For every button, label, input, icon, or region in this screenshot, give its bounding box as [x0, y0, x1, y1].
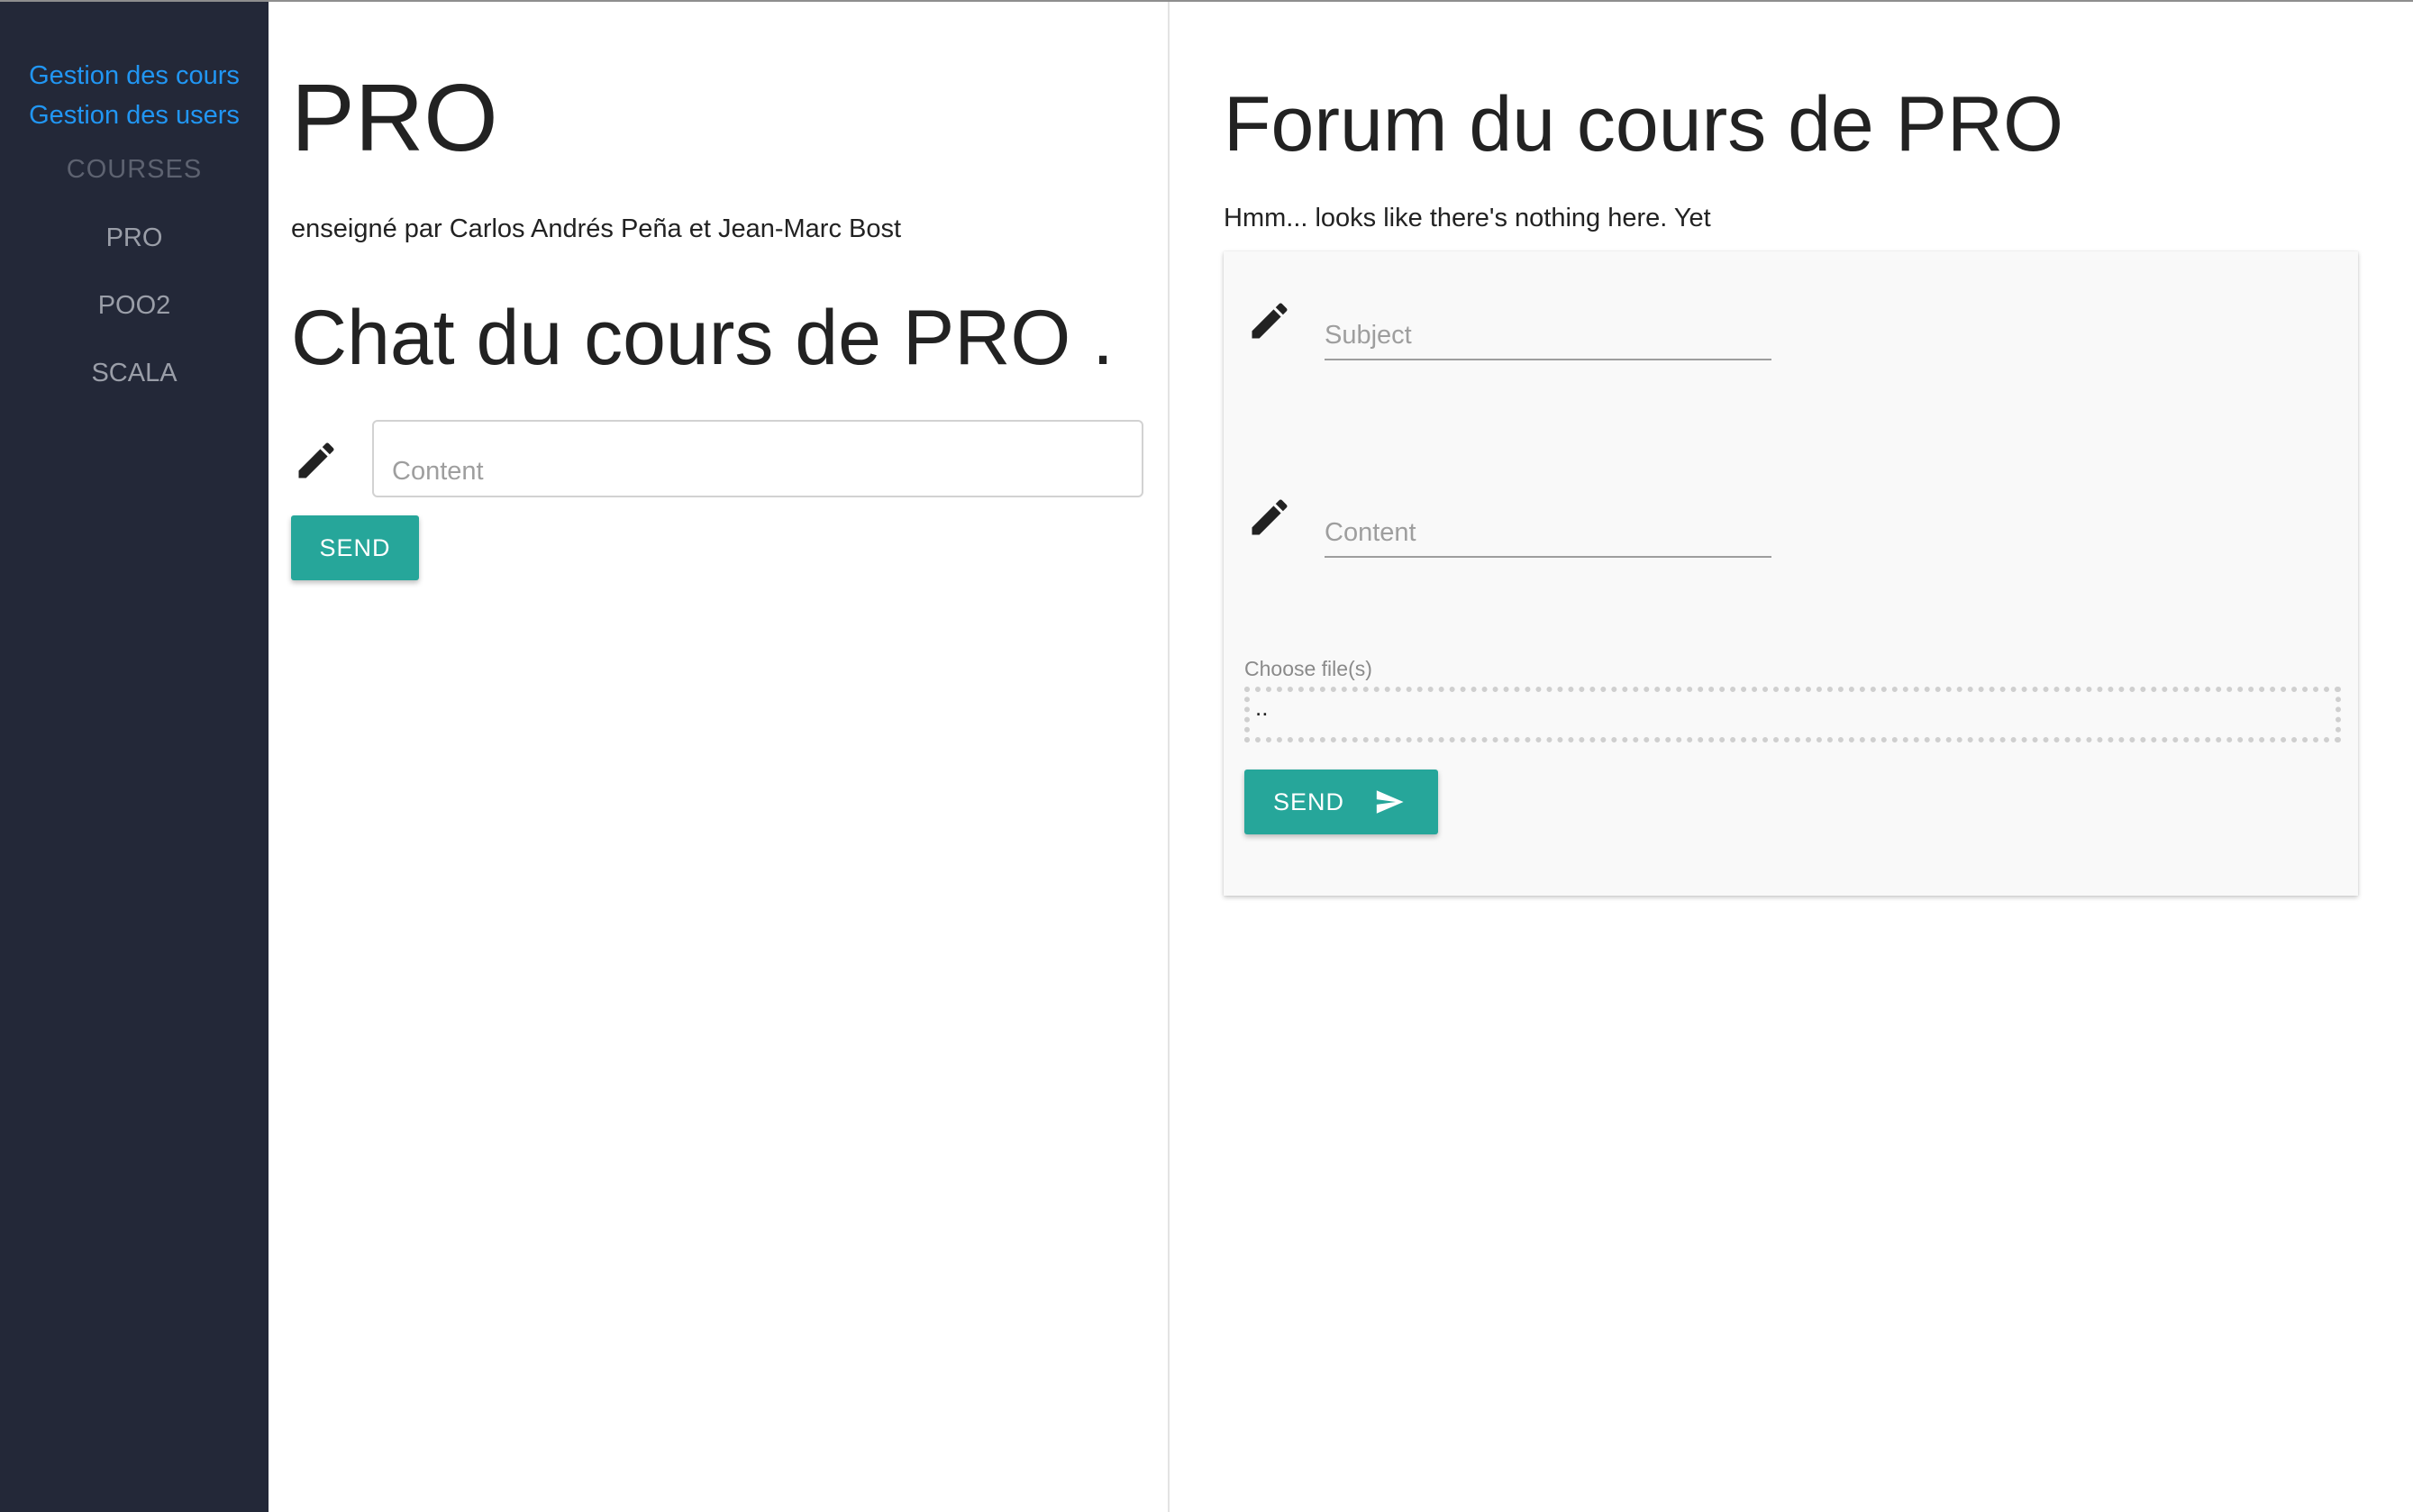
send-arrow-icon — [1376, 790, 1404, 814]
column-divider — [1168, 2, 1170, 1512]
course-title: PRO — [291, 65, 498, 171]
top-border — [0, 0, 2413, 2]
subject-input[interactable] — [1325, 312, 1771, 360]
teacher-line: enseigné par Carlos Andrés Peña et Jean-… — [291, 214, 902, 243]
sidebar: Gestion des cours Gestion des users COUR… — [0, 2, 269, 1512]
file-chooser-value: .. — [1255, 694, 1269, 721]
chat-send-button[interactable]: SEND — [291, 515, 419, 580]
sidebar-item-poo2[interactable]: POO2 — [0, 287, 269, 323]
manage-courses-link[interactable]: Gestion des cours — [0, 58, 269, 94]
pencil-icon — [298, 442, 334, 478]
pencil-icon — [1252, 303, 1288, 339]
forum-title: Forum du cours de PRO — [1224, 81, 2064, 168]
forum-content-input[interactable] — [1325, 509, 1771, 558]
chat-title: Chat du cours de PRO . — [291, 295, 1114, 381]
manage-users-link[interactable]: Gestion des users — [0, 97, 269, 133]
courses-heading: COURSES — [66, 155, 203, 184]
file-chooser-label: Choose file(s) — [1244, 657, 1372, 680]
chat-content-input[interactable] — [372, 420, 1143, 497]
sidebar-item-scala[interactable]: SCALA — [0, 355, 269, 391]
forum-send-button[interactable]: SEND — [1244, 770, 1438, 834]
sidebar-item-pro[interactable]: PRO — [0, 220, 269, 256]
pencil-icon — [1252, 499, 1288, 535]
file-chooser-dropzone[interactable]: .. — [1244, 687, 2341, 742]
forum-send-label: SEND — [1273, 788, 1345, 815]
empty-forum-message: Hmm... looks like there's nothing here. … — [1224, 204, 1711, 232]
